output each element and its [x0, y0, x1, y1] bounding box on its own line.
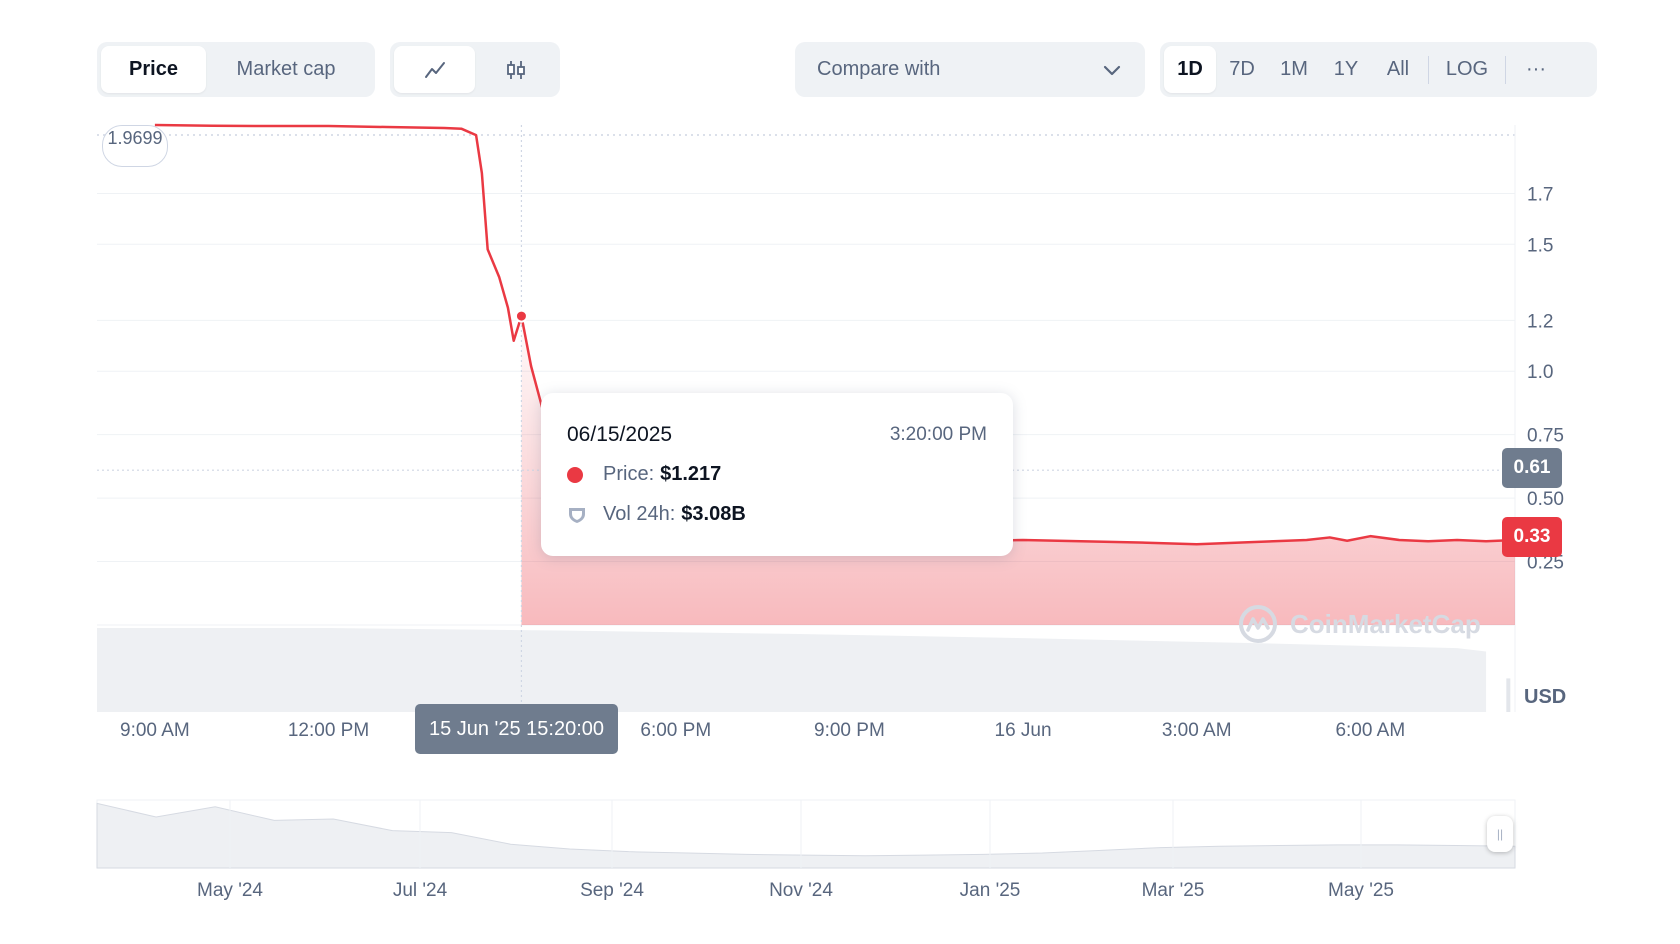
- y-tick-label: 1.2: [1527, 311, 1553, 332]
- x-tick-label: 6:00 AM: [1335, 720, 1405, 741]
- x-tick-label: 9:00 AM: [120, 720, 190, 741]
- navigator-x-label: Nov '24: [769, 880, 833, 901]
- tooltip-date: 06/15/2025: [567, 423, 673, 446]
- navigator-x-label: Sep '24: [580, 880, 644, 901]
- hover-point-marker: [514, 309, 528, 323]
- y-tick-label: 1.7: [1527, 185, 1553, 206]
- coinmarketcap-watermark: CoinMarketCap: [1238, 604, 1481, 644]
- volume-bar: [1506, 678, 1511, 712]
- hover-price-badge: 0.61: [1502, 448, 1562, 488]
- hover-time-badge: 15 Jun '25 15:20:00: [415, 704, 618, 754]
- y-tick-label: 1.5: [1527, 235, 1553, 256]
- y-tick-label: 1.0: [1527, 362, 1553, 383]
- y-tick-label: 0.50: [1527, 489, 1564, 510]
- current-price-badge: 0.33: [1502, 517, 1562, 557]
- chart-high-badge: 1.9699: [102, 125, 168, 167]
- volume-shield-icon: [569, 507, 585, 523]
- navigator-x-label: May '25: [1328, 880, 1394, 901]
- watermark-text: CoinMarketCap: [1290, 608, 1481, 639]
- navigator-x-label: May '24: [197, 880, 263, 901]
- tooltip-price-value: $1.217: [660, 463, 722, 485]
- navigator-x-label: Jul '24: [393, 880, 448, 901]
- price-dot-icon: [567, 466, 583, 483]
- tooltip-volume-value: $3.08B: [681, 503, 746, 525]
- coinmarketcap-logo-icon: [1239, 605, 1277, 643]
- currency-label: USD: [1524, 686, 1567, 708]
- tooltip-volume-label: Vol 24h:: [603, 503, 676, 525]
- x-tick-label: 12:00 PM: [288, 720, 369, 741]
- x-tick-label: 6:00 PM: [640, 720, 711, 741]
- grip-icon: ||: [1496, 827, 1504, 841]
- tooltip-price-label: Price:: [603, 463, 655, 485]
- price-tooltip: 06/15/2025 3:20:00 PM Price: $1.217 Vol …: [541, 393, 1013, 556]
- y-tick-label: 0.75: [1527, 426, 1564, 447]
- x-tick-label: 16 Jun: [995, 720, 1052, 741]
- navigator-drag-handle[interactable]: ||: [1487, 816, 1513, 852]
- tooltip-time: 3:20:00 PM: [889, 424, 987, 445]
- x-tick-label: 9:00 PM: [814, 720, 885, 741]
- navigator-x-label: Mar '25: [1142, 880, 1205, 901]
- x-tick-label: 3:00 AM: [1162, 720, 1232, 741]
- navigator-x-label: Jan '25: [960, 880, 1021, 901]
